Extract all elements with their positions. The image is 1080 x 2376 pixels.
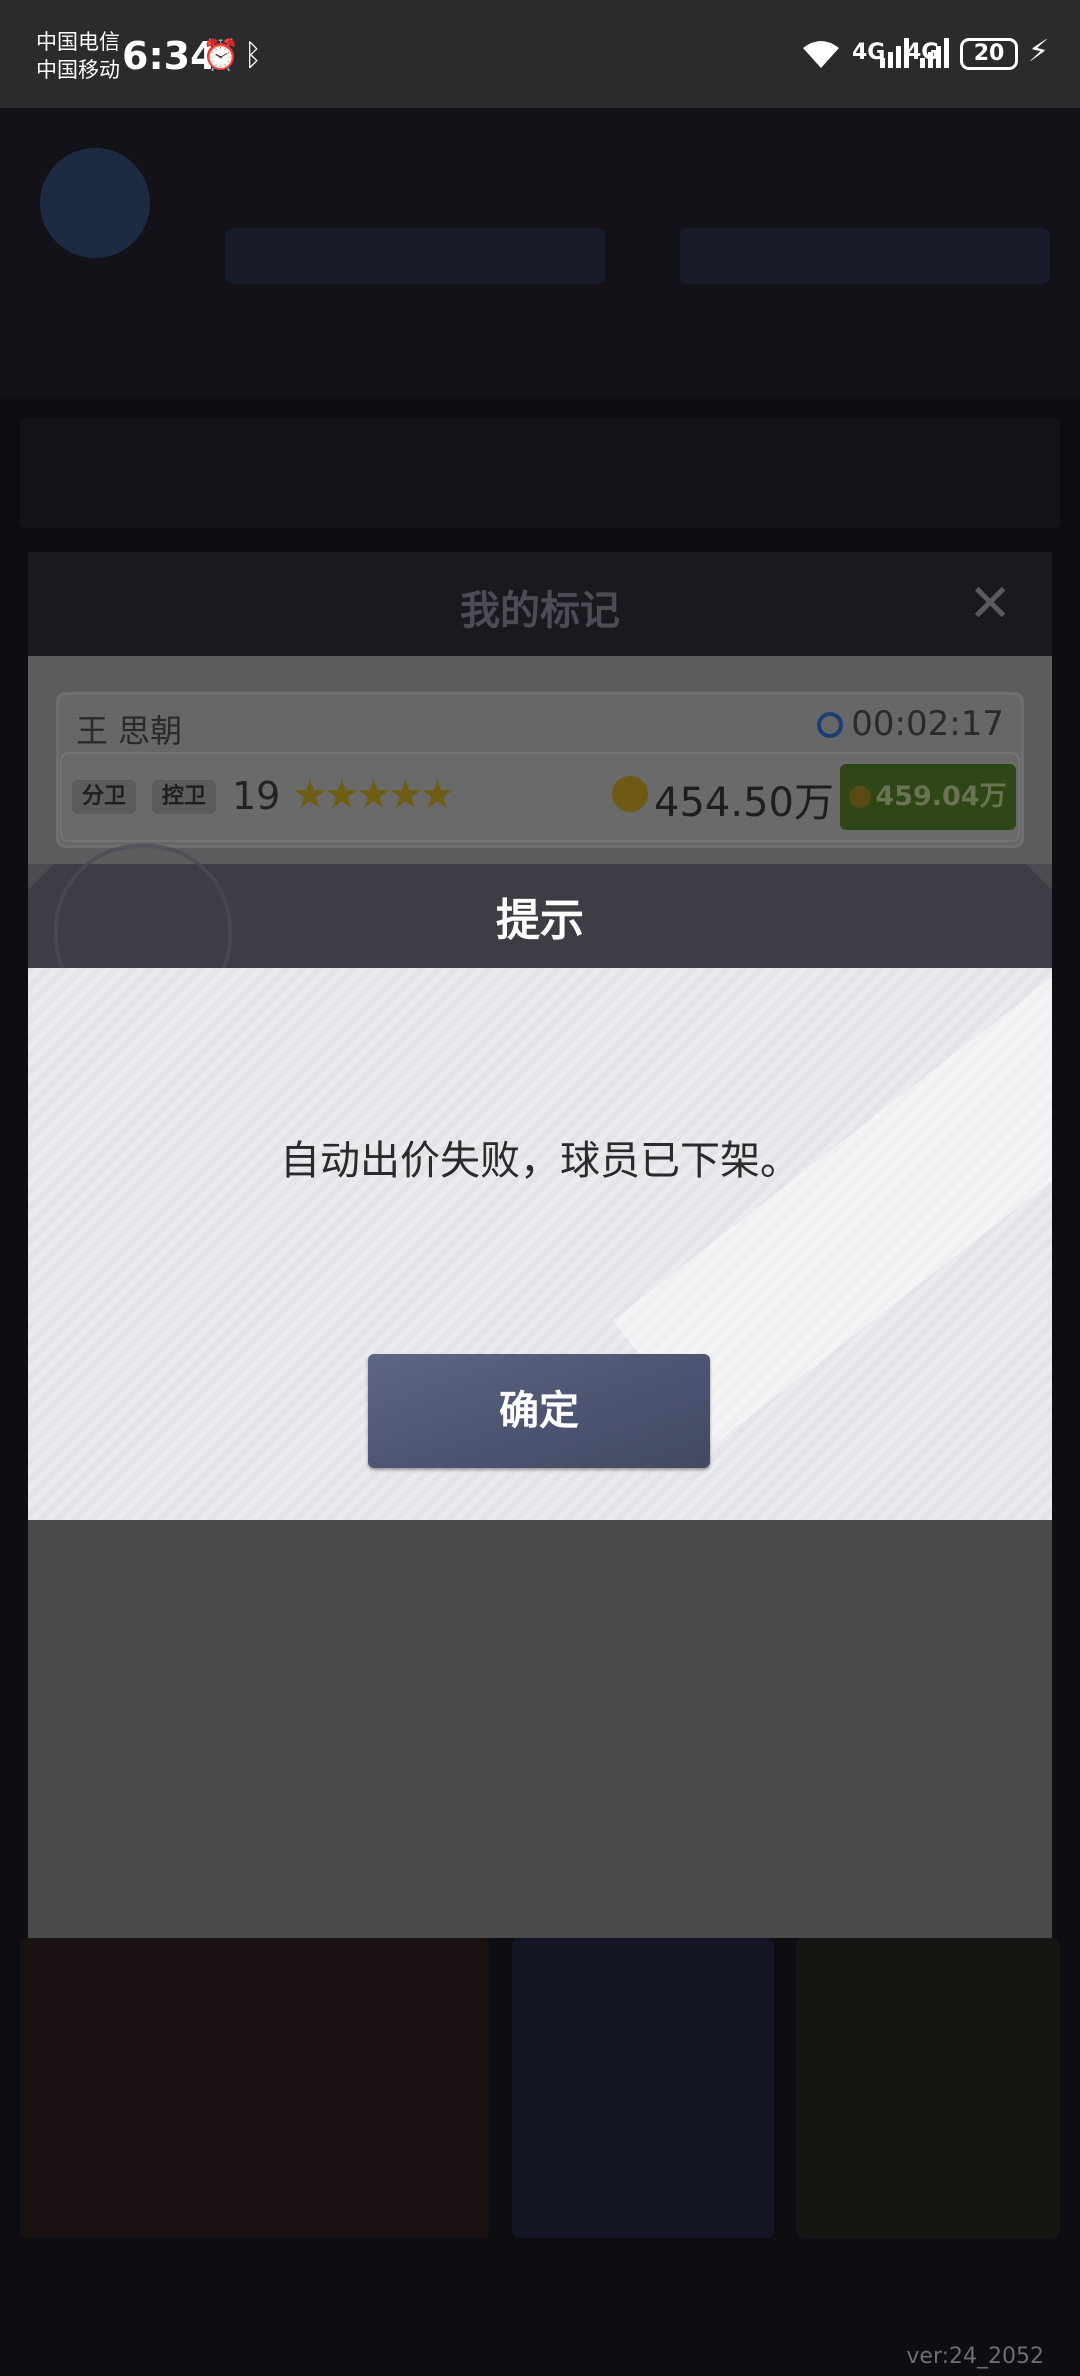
coin-icon <box>612 776 648 812</box>
confirm-button[interactable]: 确定 <box>368 1354 710 1468</box>
marks-header: 我的标记 ✕ <box>28 552 1052 656</box>
position-tag: 分卫 <box>72 780 137 814</box>
gem-balance-pill <box>680 228 1050 284</box>
close-icon[interactable]: ✕ <box>968 574 1012 634</box>
player-name: 王 思朝 <box>76 712 183 750</box>
player-card-row: 分卫 控卫 19 ★★★★★ 454.50万 459.04万 <box>60 752 1020 842</box>
position-tag: 控卫 <box>152 780 217 814</box>
charging-icon: ⚡ <box>1028 34 1050 69</box>
alert-title: 提示 <box>496 895 584 946</box>
player-card[interactable]: 王 思朝 00:02:17 分卫 控卫 19 ★★★★★ 454.50万 459… <box>56 692 1024 848</box>
coin-icon <box>849 786 872 808</box>
version-label: ver:24_2052 <box>906 2344 1044 2369</box>
battery-indicator: 20 <box>960 38 1018 70</box>
background-card <box>796 1938 1060 2238</box>
alert-dialog: 提示 自动出价失败，球员已下架。 确定 <box>28 844 1052 1520</box>
alert-body: 自动出价失败，球员已下架。 确定 <box>28 968 1052 1520</box>
timer-value: 00:02:17 <box>851 704 1004 744</box>
buy-button[interactable]: 459.04万 <box>840 764 1016 830</box>
wifi-icon <box>800 38 842 78</box>
countdown-timer: 00:02:17 <box>817 704 1004 744</box>
alarm-icon: ⏰ <box>202 38 240 73</box>
background-card <box>20 1938 490 2238</box>
background-header <box>0 108 1080 398</box>
star-rating-icon: ★★★★★ <box>292 772 455 818</box>
alert-header: 提示 <box>28 844 1052 1022</box>
player-rating: 19 <box>232 774 281 818</box>
carrier-1: 中国电信 <box>36 30 120 54</box>
avatar <box>40 148 150 258</box>
coin-balance-pill <box>225 228 605 284</box>
status-bar: 中国电信 中国移动 6:34 ⏰ ᛒ 4G 4G 20 ⚡ <box>0 0 1080 108</box>
bluetooth-icon: ᛒ <box>244 38 262 73</box>
signal-icon-2 <box>920 38 950 76</box>
alert-message: 自动出价失败，球员已下架。 <box>280 1138 800 1184</box>
carrier-2: 中国移动 <box>36 58 120 82</box>
player-price: 454.50万 <box>654 780 834 826</box>
carrier-labels: 中国电信 中国移动 <box>36 28 120 84</box>
background-card <box>512 1938 774 2238</box>
background-info-strip <box>20 418 1060 528</box>
buy-price: 459.04万 <box>875 781 1007 812</box>
marks-title: 我的标记 <box>460 588 620 634</box>
stopwatch-icon <box>817 712 844 738</box>
marks-body: 王 思朝 00:02:17 分卫 控卫 19 ★★★★★ 454.50万 459… <box>28 656 1052 866</box>
